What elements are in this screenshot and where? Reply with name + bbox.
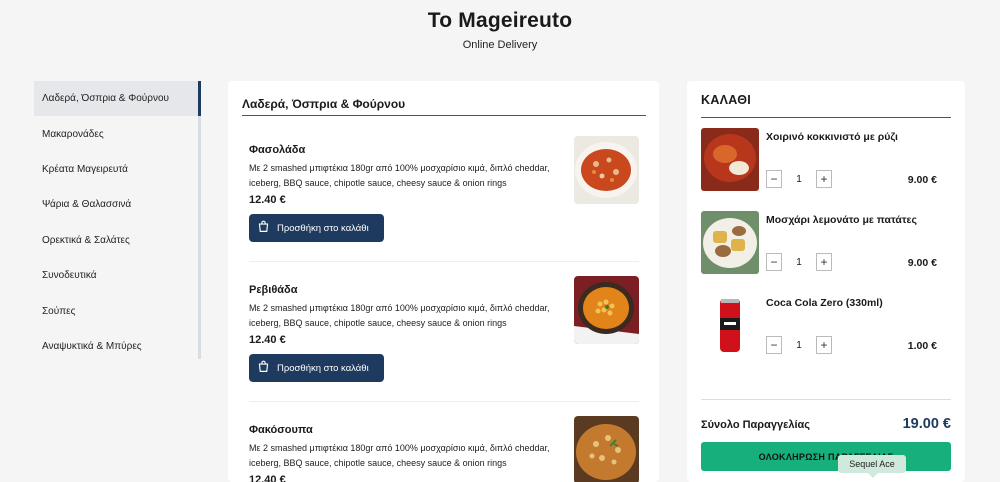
plus-icon[interactable]: + [816,336,832,354]
cart-item: Μοσχάρι λεμονάτο με πατάτες − 1 + 9.00 € [701,211,951,274]
category-sidebar: Λαδερά, Όσπρια & Φούρνου Μακαρονάδες Κρέ… [34,81,201,359]
cart-panel: ΚΑΛΑΘΙ Χοιρινό κοκκινιστό με ρύζι − 1 + … [687,81,965,482]
cart-item-price: 1.00 € [907,340,937,352]
menu-section-title: Λαδερά, Όσπρια & Φούρνου [242,97,646,116]
category-item-orektika[interactable]: Ορεκτικά & Σαλάτες [34,223,198,258]
add-to-cart-button[interactable]: Προσθήκη στο καλάθι [249,354,384,382]
quantity-stepper: − 1 + [766,253,832,271]
cart-item-image [701,294,759,357]
order-total-label: Σύνολο Παραγγελίας [701,419,810,431]
category-item-kreata[interactable]: Κρέατα Μαγειρευτά [34,152,198,187]
food-image-fakosoupa [574,416,639,482]
plus-icon[interactable]: + [816,253,832,271]
menu-item: Ρεβιθάδα Με 2 smashed μπιφτέκια 180gr απ… [249,276,639,382]
quantity-value[interactable]: 1 [782,340,816,351]
food-image-revithada [574,276,639,344]
brand-title: To Mageireuto [427,9,573,32]
menu-item-description: Με 2 smashed μπιφτέκια 180gr από 100% μο… [249,163,550,188]
cart-item-price: 9.00 € [907,257,937,269]
food-image-fasolada [574,136,639,204]
category-item-synodeftika[interactable]: Συνοδευτικά [34,258,198,293]
cart-item-name: Coca Cola Zero (330ml) [766,297,883,309]
category-item-anapsyktika[interactable]: Αναψυκτικά & Μπύρες [34,329,198,364]
item-divider [249,261,639,262]
add-to-cart-button[interactable]: Προσθήκη στο καλάθι [249,214,384,242]
cart-divider [701,399,951,400]
order-total-value: 19.00 € [902,416,951,432]
header: To Mageireuto Online Delivery [0,0,1000,51]
quantity-stepper: − 1 + [766,336,832,354]
category-item-ladera[interactable]: Λαδερά, Όσπρια & Φούρνου [34,81,201,117]
brand-tagline: Online Delivery [462,39,538,51]
add-to-cart-label: Προσθήκη στο καλάθι [277,362,369,374]
menu-item-description: Με 2 smashed μπιφτέκια 180gr από 100% μο… [249,303,550,328]
shopping-bag-icon [257,220,270,236]
minus-icon[interactable]: − [766,170,782,188]
shopping-bag-icon [257,360,270,376]
plus-icon[interactable]: + [816,170,832,188]
cart-item: Coca Cola Zero (330ml) − 1 + 1.00 € [701,294,951,357]
app-tooltip: Sequel Ace [838,455,906,478]
cart-item: Χοιρινό κοκκινιστό με ρύζι − 1 + 9.00 € [701,128,951,191]
cart-item-name: Χοιρινό κοκκινιστό με ρύζι [766,131,898,143]
quantity-value[interactable]: 1 [782,174,816,185]
category-item-soupes[interactable]: Σούπες [34,293,198,328]
cart-item-price: 9.00 € [907,174,937,186]
minus-icon[interactable]: − [766,336,782,354]
add-to-cart-label: Προσθήκη στο καλάθι [277,222,369,234]
menu-panel: Λαδερά, Όσπρια & Φούρνου Φασολάδα Με 2 s… [228,81,659,482]
item-divider [249,401,639,402]
checkout-button[interactable]: ΟΛΟΚΛΗΡΩΣΗ ΠΑΡΑΓΓΕΛΙΑΣ [701,442,951,471]
cart-item-name: Μοσχάρι λεμονάτο με πατάτες [766,214,917,226]
menu-item: Φακόσουπα Με 2 smashed μπιφτέκια 180gr α… [249,416,639,482]
menu-item-description: Με 2 smashed μπιφτέκια 180gr από 100% μο… [249,443,550,468]
cart-title: ΚΑΛΑΘΙ [701,93,951,118]
quantity-stepper: − 1 + [766,170,832,188]
cart-item-image [701,128,759,191]
menu-item: Φασολάδα Με 2 smashed μπιφτέκια 180gr απ… [249,136,639,242]
minus-icon[interactable]: − [766,253,782,271]
category-item-makaronades[interactable]: Μακαρονάδες [34,116,198,151]
cart-item-image [701,211,759,274]
category-item-psaria[interactable]: Ψάρια & Θαλασσινά [34,187,198,222]
quantity-value[interactable]: 1 [782,257,816,268]
